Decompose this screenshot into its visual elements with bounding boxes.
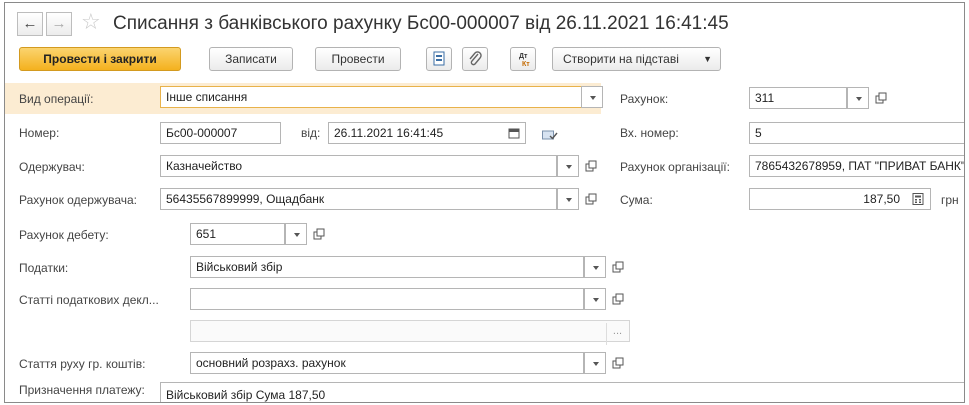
post-button[interactable]: Провести (315, 47, 401, 71)
recipient-account-dropdown[interactable] (557, 188, 579, 210)
tax-decl-articles-label: Статті податкових декл... (19, 293, 159, 307)
number-label: Номер: (19, 126, 60, 140)
post-and-close-button[interactable]: Провести і закрити (19, 47, 181, 71)
tax-decl-articles-open-button[interactable] (607, 288, 629, 310)
debit-account-label: Рахунок дебету: (19, 228, 109, 242)
taxes-field[interactable]: Військовий збір (190, 256, 584, 278)
number-field[interactable]: Бс00-000007 (160, 122, 281, 144)
incoming-number-label: Вх. номер: (620, 126, 679, 140)
dt-kt-button[interactable]: Дт Кт (510, 47, 536, 71)
calendar-button[interactable] (503, 122, 525, 144)
ellipsis-button[interactable]: ... (606, 323, 628, 345)
back-button[interactable]: ← (17, 12, 43, 36)
org-account-label: Рахунок організації: (620, 160, 730, 174)
star-icon[interactable]: ☆ (81, 9, 101, 35)
debit-account-dropdown[interactable] (285, 223, 307, 245)
calendar-icon (508, 128, 520, 139)
taxes-open-button[interactable] (607, 256, 629, 278)
date-field[interactable]: 26.11.2021 16:41:45 (328, 122, 526, 144)
debit-account-field[interactable]: 651 (190, 223, 285, 245)
cash-flow-article-label: Стаття руху гр. коштів: (19, 357, 146, 371)
structure-button[interactable] (426, 47, 452, 71)
currency-label: грн (941, 193, 959, 207)
account-field[interactable]: 311 (749, 87, 847, 109)
save-button[interactable]: Записати (209, 47, 293, 71)
date-label: від: (301, 126, 321, 140)
create-based-on-button[interactable]: Створити на підставі ▼ (552, 47, 721, 71)
arrow-left-icon: ← (22, 15, 38, 32)
purpose-field[interactable]: Військовий збір Сума 187,50 (160, 382, 964, 402)
recipient-account-label: Рахунок одержувача: (19, 193, 137, 207)
open-icon (585, 193, 597, 205)
operation-type-dropdown[interactable] (581, 86, 603, 108)
dt-kt-icon: Дт Кт (519, 53, 530, 68)
recipient-label: Одержувач: (19, 160, 85, 174)
page-title: Списання з банківського рахунку Бс00-000… (113, 13, 729, 34)
open-icon (313, 228, 325, 240)
recipient-account-open-button[interactable] (580, 188, 602, 210)
cash-flow-article-dropdown[interactable] (584, 352, 606, 374)
recipient-open-button[interactable] (580, 155, 602, 177)
document-window: ← → ☆ Списання з банківського рахунку Бс… (4, 2, 965, 403)
incoming-number-field[interactable]: 5 (749, 122, 964, 144)
tax-decl-articles-dropdown[interactable] (584, 288, 606, 310)
recipient-dropdown[interactable] (557, 155, 579, 177)
cash-flow-article-field[interactable]: основний розрахз. рахунок (190, 352, 584, 374)
recipient-account-field[interactable]: 56435567899999, Ощадбанк (160, 188, 557, 210)
document-check-icon (542, 130, 558, 140)
account-dropdown[interactable] (847, 87, 869, 109)
arrow-right-icon: → (51, 15, 67, 32)
taxes-label: Податки: (19, 261, 69, 275)
svg-text:Дт: Дт (519, 53, 528, 60)
org-account-field[interactable]: 7865432678959, ПАТ "ПРИВАТ БАНК" (749, 155, 964, 177)
open-icon (612, 293, 624, 305)
operation-type-label: Вид операції: (19, 92, 94, 106)
tax-decl-articles-field[interactable] (190, 288, 584, 310)
amount-field[interactable]: 187,50 (749, 188, 931, 210)
paperclip-icon (469, 51, 482, 66)
open-icon (585, 160, 597, 172)
create-based-on-label: Створити на підставі (563, 52, 679, 66)
document-check-button[interactable] (537, 124, 559, 146)
forward-button[interactable]: → (46, 12, 72, 36)
debit-account-open-button[interactable] (308, 223, 330, 245)
open-icon (612, 357, 624, 369)
account-open-button[interactable] (870, 87, 892, 109)
account-label: Рахунок: (620, 92, 669, 106)
tax-decl-extra-field[interactable] (190, 320, 630, 342)
recipient-field[interactable]: Казначейство (160, 155, 557, 177)
calculator-icon (912, 193, 924, 205)
open-icon (875, 92, 887, 104)
cash-flow-article-open-button[interactable] (607, 352, 629, 374)
purpose-label: Призначення платежу: (19, 383, 145, 397)
svg-text:Кт: Кт (522, 61, 530, 68)
operation-type-field[interactable]: Інше списання (160, 86, 583, 108)
attach-button[interactable] (462, 47, 488, 71)
document-structure-icon (433, 51, 445, 66)
chevron-down-icon: ▼ (703, 54, 712, 64)
open-icon (612, 261, 624, 273)
amount-label: Сума: (620, 193, 653, 207)
calculator-button[interactable] (907, 188, 929, 210)
taxes-dropdown[interactable] (584, 256, 606, 278)
